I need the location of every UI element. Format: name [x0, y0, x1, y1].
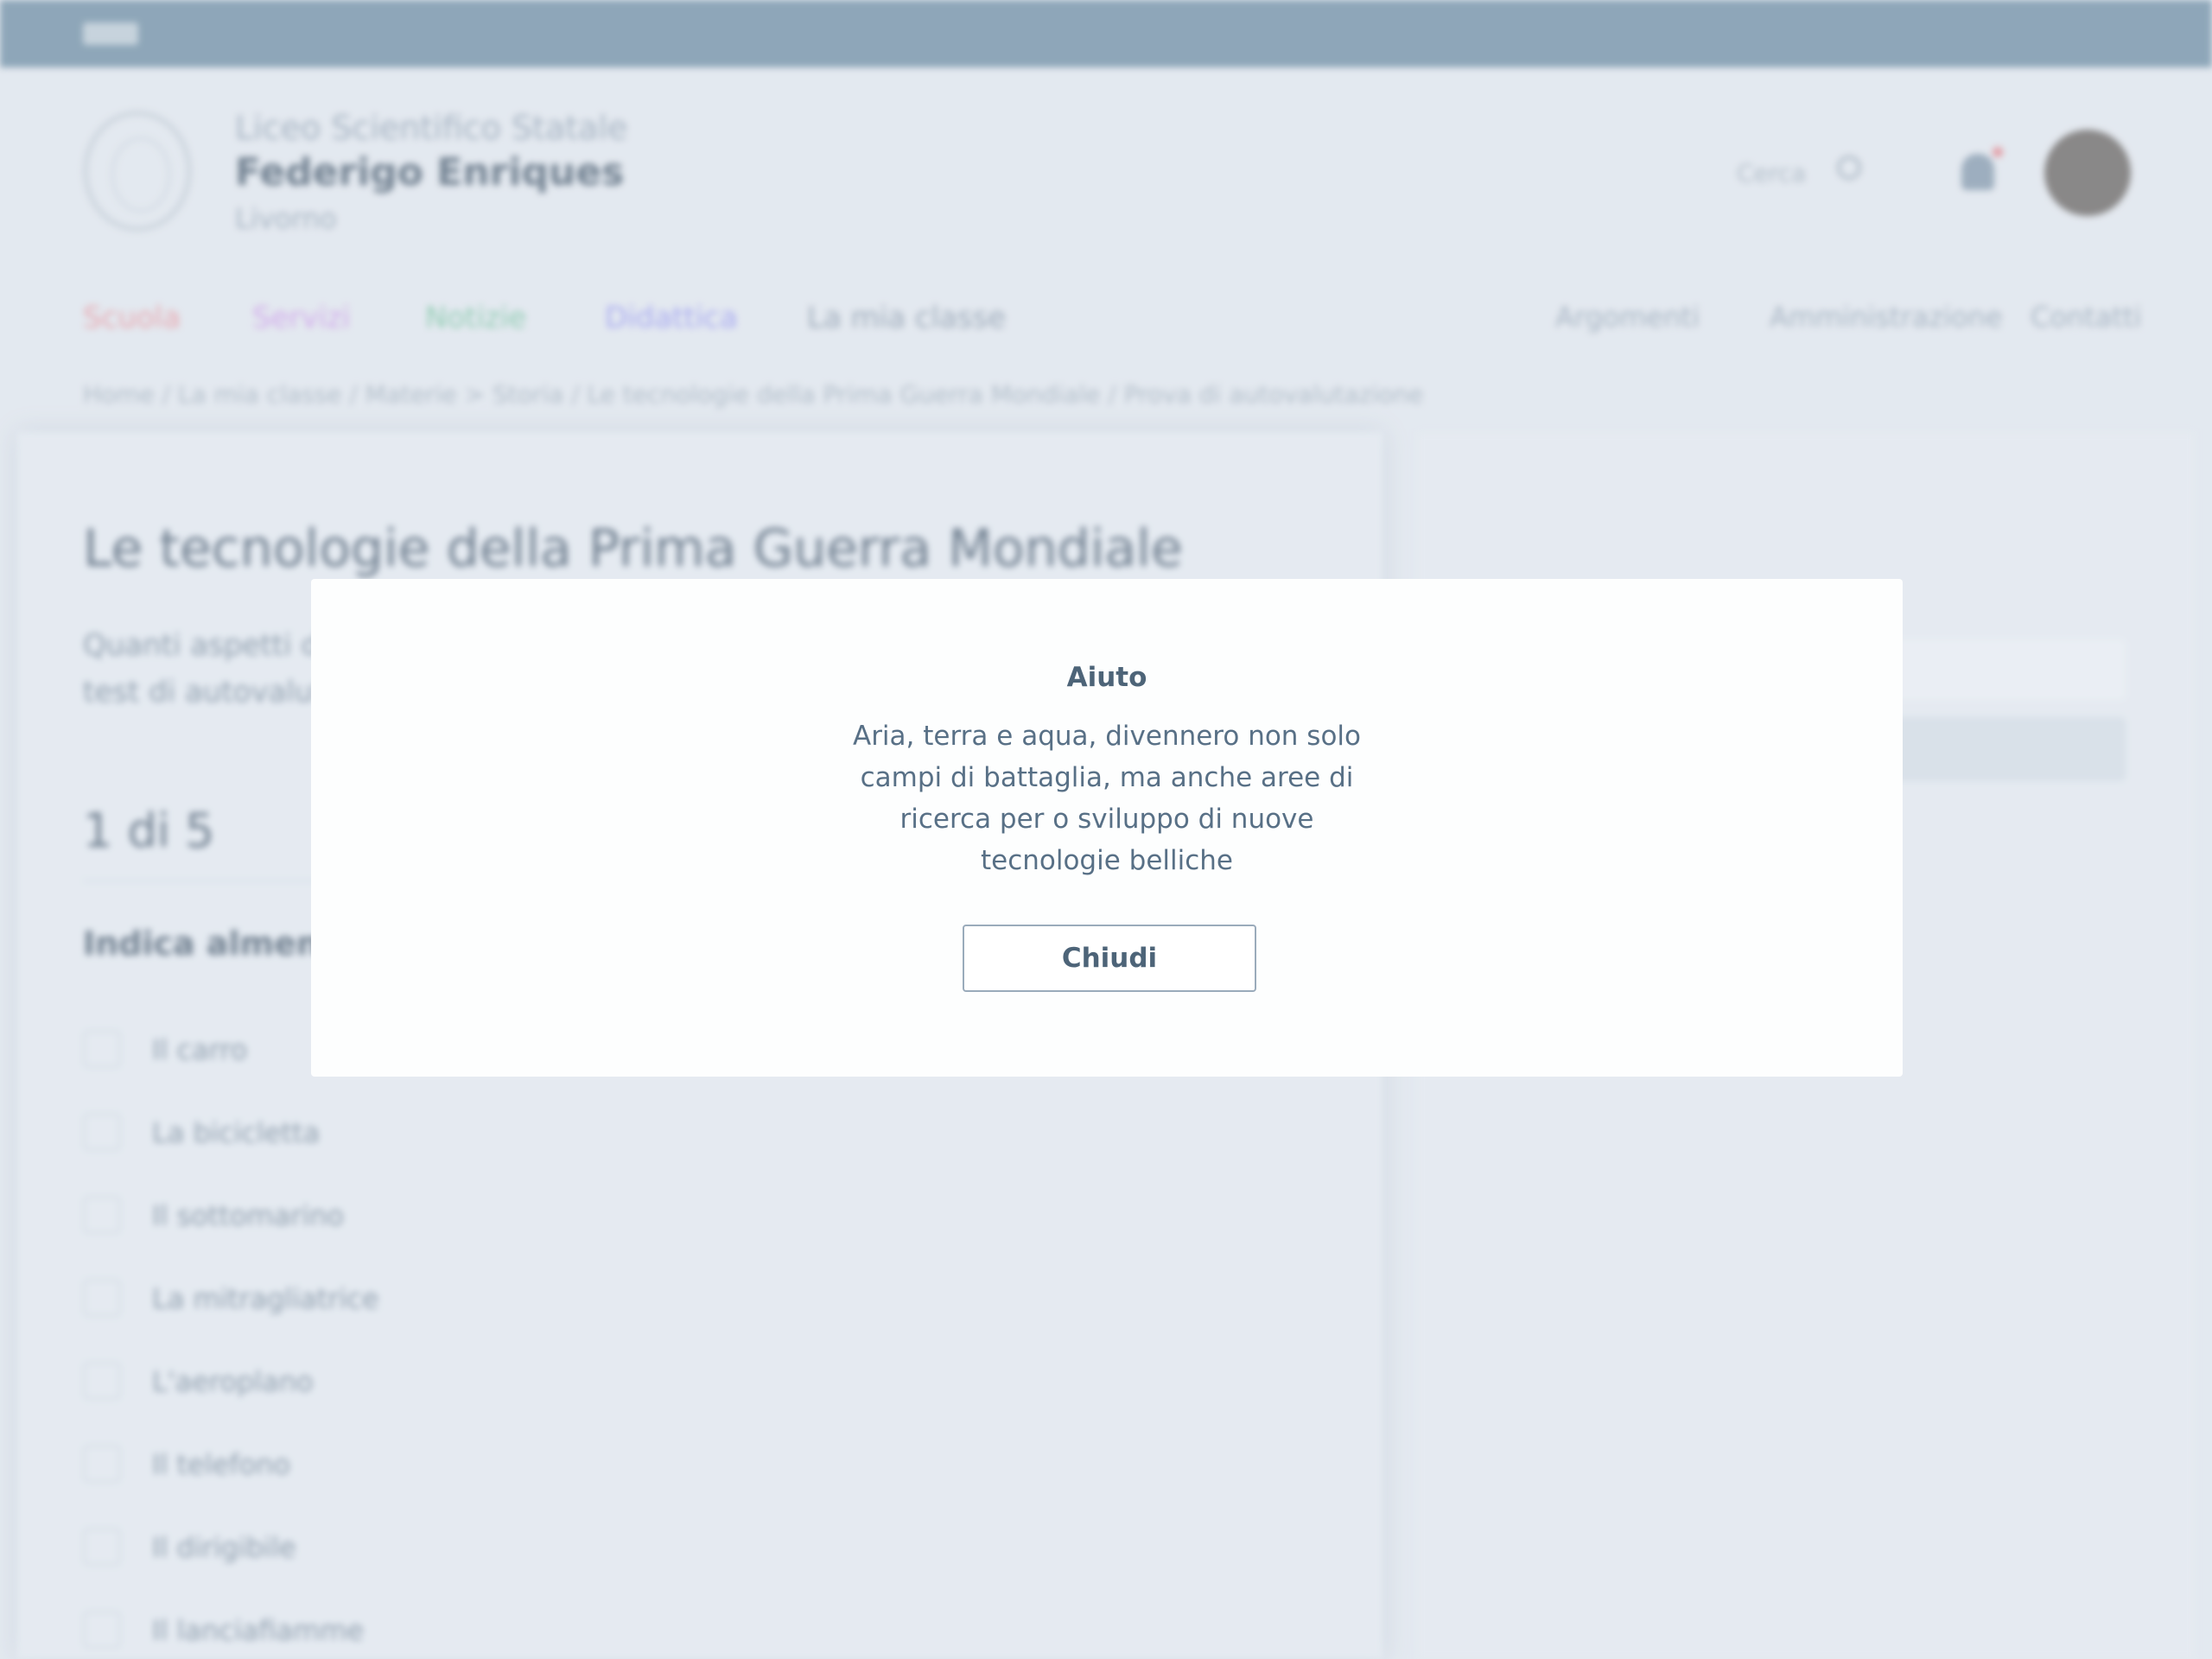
help-dialog: Aiuto Aria, terra e aqua, divennero non …	[311, 579, 1903, 1077]
dialog-message: Aria, terra e aqua, divennero non solo c…	[852, 721, 1362, 876]
dialog-title: Aiuto	[1066, 662, 1147, 693]
close-button[interactable]: Chiudi	[963, 925, 1256, 992]
app: Liceo Scientifico Statale Federigo Enriq…	[0, 0, 2212, 1659]
